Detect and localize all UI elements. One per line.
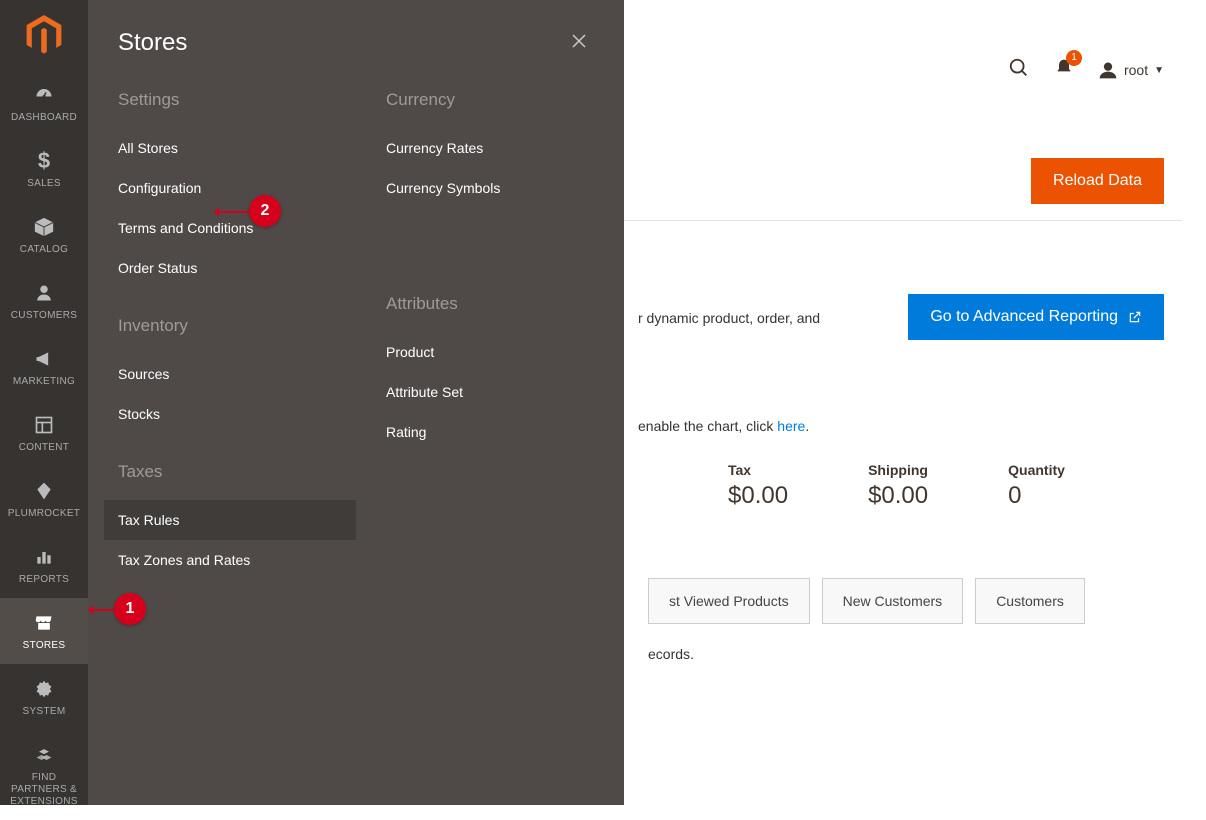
nav-find-partners[interactable]: FIND PARTNERS & EXTENSIONS <box>0 730 88 820</box>
enable-chart-link[interactable]: here <box>777 418 805 434</box>
group-title-attributes: Attributes <box>386 294 610 314</box>
chart-disabled-message: enable the chart, click here. <box>638 418 809 434</box>
nav-dashboard-label: DASHBOARD <box>11 112 77 124</box>
stat-quantity: Quantity 0 <box>1008 462 1065 510</box>
notifications-icon[interactable]: 1 <box>1054 58 1074 83</box>
magento-logo-icon[interactable] <box>0 0 88 70</box>
dollar-icon: $ <box>38 148 50 174</box>
nav-plumrocket-label: PLUMROCKET <box>8 508 80 520</box>
menu-all-stores[interactable]: All Stores <box>118 128 342 168</box>
flyout-column-1: Settings All Stores Configuration Terms … <box>88 78 356 580</box>
store-icon <box>33 610 55 636</box>
group-title-inventory: Inventory <box>118 316 342 336</box>
nav-catalog[interactable]: CATALOG <box>0 202 88 268</box>
nav-content[interactable]: CONTENT <box>0 400 88 466</box>
tab-new-customers[interactable]: New Customers <box>822 578 964 624</box>
main-sidebar: DASHBOARD $ SALES CATALOG CUSTOMERS MARK… <box>0 0 88 805</box>
nav-reports[interactable]: REPORTS <box>0 532 88 598</box>
nav-reports-label: REPORTS <box>19 574 69 586</box>
diamond-icon <box>34 478 54 504</box>
annotation-badge-2: 2 <box>249 195 281 227</box>
close-icon[interactable] <box>562 26 596 60</box>
notifications-badge: 1 <box>1066 50 1082 66</box>
nav-customers-label: CUSTOMERS <box>11 310 77 322</box>
annotation-arrow-2 <box>215 211 251 213</box>
username-label: root <box>1124 62 1148 78</box>
advanced-reporting-button[interactable]: Go to Advanced Reporting <box>908 294 1164 340</box>
menu-currency-rates[interactable]: Currency Rates <box>386 128 610 168</box>
nav-catalog-label: CATALOG <box>20 244 68 256</box>
search-icon[interactable] <box>1008 57 1030 84</box>
gauge-icon <box>32 82 56 108</box>
nav-stores[interactable]: STORES <box>0 598 88 664</box>
menu-currency-symbols[interactable]: Currency Symbols <box>386 168 610 208</box>
flyout-column-2: Currency Currency Rates Currency Symbols… <box>356 78 624 580</box>
group-title-settings: Settings <box>118 90 342 110</box>
group-title-taxes: Taxes <box>118 462 342 482</box>
nav-dashboard[interactable]: DASHBOARD <box>0 70 88 136</box>
menu-stocks[interactable]: Stocks <box>118 394 342 434</box>
menu-rating[interactable]: Rating <box>386 412 610 452</box>
layout-icon <box>34 412 54 438</box>
stores-flyout-panel: Stores Settings All Stores Configuration… <box>88 0 624 805</box>
menu-tax-zones-and-rates[interactable]: Tax Zones and Rates <box>118 540 342 580</box>
menu-sources[interactable]: Sources <box>118 354 342 394</box>
advanced-reporting-desc: r dynamic product, order, and <box>638 310 820 326</box>
stat-shipping: Shipping $0.00 <box>868 462 928 510</box>
megaphone-icon <box>33 346 55 372</box>
nav-sales[interactable]: $ SALES <box>0 136 88 202</box>
nav-marketing-label: MARKETING <box>13 376 75 388</box>
annotation-arrow-1 <box>89 609 116 611</box>
menu-attribute-set[interactable]: Attribute Set <box>386 372 610 412</box>
menu-product-attribute[interactable]: Product <box>386 332 610 372</box>
menu-tax-rules[interactable]: Tax Rules <box>104 500 356 540</box>
nav-system-label: SYSTEM <box>23 706 66 718</box>
caret-down-icon: ▼ <box>1154 65 1164 76</box>
nav-find-partners-label: FIND PARTNERS & EXTENSIONS <box>4 772 84 808</box>
nav-content-label: CONTENT <box>19 442 69 454</box>
tab-customers[interactable]: Customers <box>975 578 1085 624</box>
reload-data-button[interactable]: Reload Data <box>1031 158 1164 204</box>
nav-sales-label: SALES <box>27 178 61 190</box>
box-icon <box>33 214 55 240</box>
stats-row: Tax $0.00 Shipping $0.00 Quantity 0 <box>728 462 1065 510</box>
flyout-title: Stores <box>118 29 187 57</box>
advanced-reporting-label: Go to Advanced Reporting <box>930 308 1118 326</box>
nav-stores-label: STORES <box>23 640 66 652</box>
tab-most-viewed-products[interactable]: st Viewed Products <box>648 578 810 624</box>
annotation-badge-1: 1 <box>114 593 146 625</box>
menu-configuration[interactable]: Configuration <box>118 168 342 208</box>
group-title-currency: Currency <box>386 90 610 110</box>
menu-order-status[interactable]: Order Status <box>118 248 342 288</box>
avatar-icon <box>1098 60 1118 80</box>
gear-icon <box>34 676 54 702</box>
nav-customers[interactable]: CUSTOMERS <box>0 268 88 334</box>
external-link-icon <box>1128 310 1142 324</box>
nav-plumrocket[interactable]: PLUMROCKET <box>0 466 88 532</box>
dashboard-tabs: st Viewed Products New Customers Custome… <box>648 578 1085 624</box>
nav-marketing[interactable]: MARKETING <box>0 334 88 400</box>
person-icon <box>35 280 53 306</box>
user-menu[interactable]: root ▼ <box>1098 60 1164 80</box>
records-message: ecords. <box>648 646 694 662</box>
menu-terms-and-conditions[interactable]: Terms and Conditions <box>118 208 342 248</box>
nav-system[interactable]: SYSTEM <box>0 664 88 730</box>
cubes-icon <box>33 742 55 768</box>
stat-tax: Tax $0.00 <box>728 462 788 510</box>
chart-icon <box>34 544 54 570</box>
